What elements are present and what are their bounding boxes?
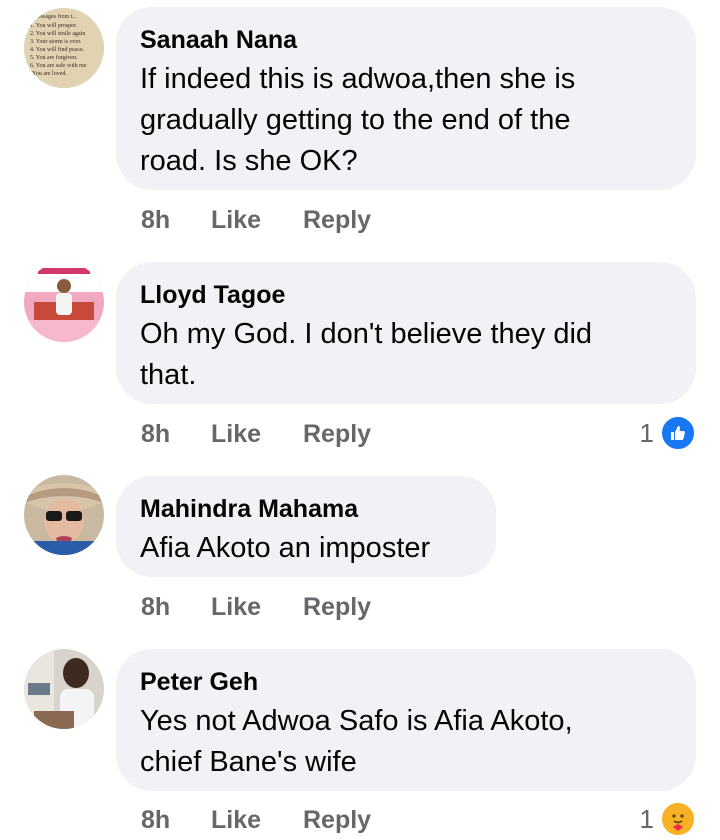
like-button[interactable]: Like [211,593,261,622]
comment-bubble: Sanaah Nana If indeed this is adwoa,then… [116,7,696,190]
comment-text-line: If indeed this is adwoa,then she is [140,63,576,95]
svg-text:2. You will smile again: 2. You will smile again [30,31,85,37]
reaction-summary[interactable]: 1 [640,801,696,837]
comment-author[interactable]: Mahindra Mahama [140,494,472,524]
svg-text:1. You will prosper.: 1. You will prosper. [30,23,78,29]
timestamp[interactable]: 8h [141,420,170,449]
comment-bubble: Mahindra Mahama Afia Akoto an imposter [116,476,496,577]
svg-text:essages from t...: essages from t... [38,13,77,20]
comment-bubble: Peter Geh Yes not Adwoa Safo is Afia Ako… [116,649,696,791]
avatar[interactable] [24,475,104,555]
comment-text-line: Oh my God. I don't believe they did [140,318,593,350]
comment-text-line: that. [140,359,197,391]
like-button[interactable]: Like [211,206,261,235]
comment-author[interactable]: Sanaah Nana [140,25,672,55]
svg-text:4. You will find peace.: 4. You will find peace. [30,46,85,53]
avatar[interactable]: essages from t... 1. You will prosper. 2… [24,8,104,88]
reaction-count: 1 [639,803,654,834]
comment-author[interactable]: Lloyd Tagoe [140,280,672,310]
avatar[interactable] [24,262,104,342]
care-reaction-icon [660,801,696,837]
comment-text-line: road. Is she OK? [140,145,358,177]
reply-button[interactable]: Reply [303,806,371,835]
timestamp[interactable]: 8h [141,206,170,235]
reaction-count: 1 [639,417,654,448]
comment-text-line: gradually getting to the end of the [140,104,571,136]
reply-button[interactable]: Reply [303,593,371,622]
avatar[interactable] [24,649,104,729]
comment-text-line: chief Bane's wife [140,746,357,778]
like-button[interactable]: Like [211,420,261,449]
like-button[interactable]: Like [211,806,261,835]
svg-text:3. Your storm is over.: 3. Your storm is over. [30,39,82,45]
comment-author[interactable]: Peter Geh [140,667,672,697]
svg-text:6. You are safe with me: 6. You are safe with me [30,62,87,69]
reply-button[interactable]: Reply [303,206,371,235]
reaction-summary[interactable]: 1 [640,415,696,451]
like-reaction-icon [660,415,696,451]
comment-text-line: Yes not Adwoa Safo is Afia Akoto, [140,705,573,737]
svg-text:You are loved.: You are loved. [32,71,67,77]
svg-text:5. You are forgiven.: 5. You are forgiven. [30,54,78,61]
comment-bubble: Lloyd Tagoe Oh my God. I don't believe t… [116,262,696,404]
reply-button[interactable]: Reply [303,420,371,449]
comment-text-line: Afia Akoto an imposter [140,532,431,564]
timestamp[interactable]: 8h [141,806,170,835]
timestamp[interactable]: 8h [141,593,170,622]
